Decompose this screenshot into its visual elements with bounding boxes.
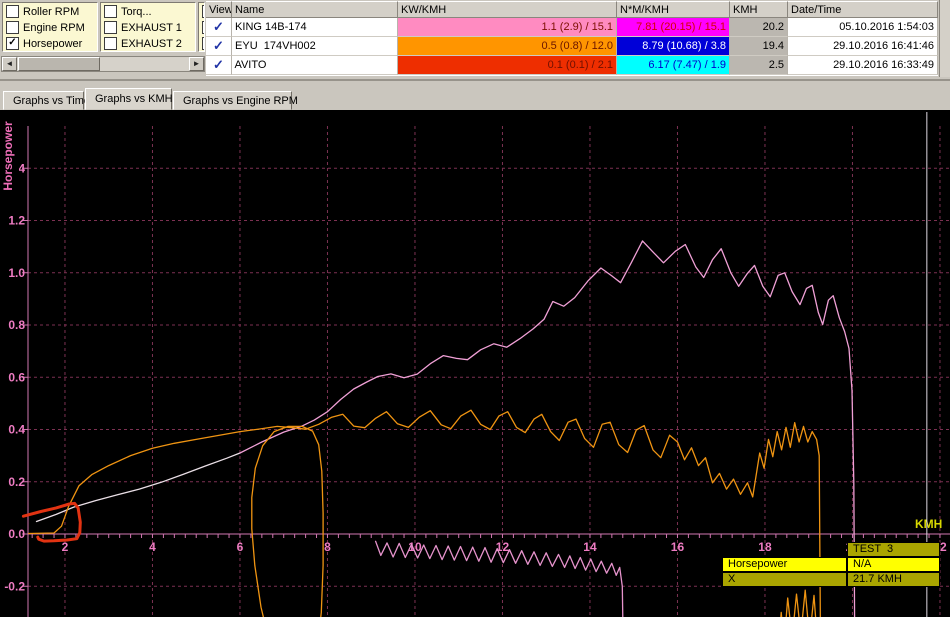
channel-label: Torq... (121, 5, 152, 18)
nm-kmh-value: 7.81 (20.15) / 15.1 (617, 18, 730, 37)
channel-row-exhaust-1: EXHAUST 1 (104, 20, 195, 35)
checkbox[interactable] (202, 37, 204, 50)
view-checkbox[interactable]: ✓ (206, 56, 232, 75)
column-header-kmh[interactable]: KMH (730, 1, 788, 18)
channel-panel-clipped (198, 2, 205, 52)
channel-panel-right: Torq... EXHAUST 1 EXHAUST 2 (100, 2, 196, 52)
tab-graphs-vs-engine-rpm[interactable]: Graphs vs Engine RPM (173, 91, 298, 110)
x-tick-label: 14 (583, 540, 597, 554)
column-header-date-time[interactable]: Date/Time (788, 1, 938, 18)
x-tick-label: 8 (324, 540, 331, 554)
channel-checkbox[interactable] (6, 21, 19, 34)
y-tick-label: 0.0 (8, 527, 25, 541)
tab-graphs-vs-time[interactable]: Graphs vs Time (3, 91, 90, 110)
toolbar-divider (0, 79, 950, 81)
tab-graphs-vs-kmh[interactable]: Graphs vs KMH (85, 88, 173, 110)
channel-checkbox[interactable] (104, 5, 117, 18)
series-eyu-174vh002 (780, 589, 817, 617)
x-axis-title: KMH (915, 517, 942, 531)
kw-kmh-value: 0.5 (0.8) / 12.0 (398, 37, 617, 56)
table-row[interactable]: ✓ EYU 174VH002 0.5 (0.8) / 12.0 8.79 (10.6… (206, 37, 938, 56)
y-tick-label: 0.6 (8, 370, 25, 384)
channel-checkbox[interactable] (6, 5, 19, 18)
kw-kmh-value: 0.1 (0.1) / 2.1 (398, 56, 617, 75)
y-tick-label: 0.4 (8, 423, 25, 437)
runs-table: View Name KW/KMH N*M/KMH KMH Date/Time ✓ KING … (206, 1, 938, 76)
graph-tab-bar: Graphs vs Time Graphs vs KMH Graphs vs Eng… (0, 88, 950, 110)
table-header-row: View Name KW/KMH N*M/KMH KMH Date/Time (206, 1, 938, 18)
scroll-right-button[interactable]: ► (189, 57, 204, 71)
channel-panel-left: Roller RPM Engine RPM ✓ Horsepower (2, 2, 98, 52)
tooltip-value: N/A (847, 557, 940, 572)
series-eyu-174vh002 (251, 425, 324, 617)
tooltip-title: TEST 3 (847, 542, 940, 557)
tooltip-row: Horsepower N/A (722, 557, 940, 572)
view-checkbox[interactable]: ✓ (206, 37, 232, 56)
channel-label: Horsepower (23, 37, 83, 50)
checkbox[interactable] (202, 5, 204, 18)
kmh-value: 20.2 (730, 18, 788, 37)
run-name: EYU 174VH002 (232, 37, 398, 56)
tooltip-label: Horsepower (722, 557, 847, 572)
y-tick-label: -0.2 (4, 579, 25, 593)
channel-checkbox[interactable]: ✓ (6, 37, 19, 50)
run-name: KING 14B-174 (232, 18, 398, 37)
channel-label: Engine RPM (23, 21, 85, 34)
y-tick-label: 1.0 (8, 266, 25, 280)
run-name: AVITO (232, 56, 398, 75)
horsepower-vs-kmh-chart[interactable]: 246810121416182022-0.20.00.20.40.60.81.0… (0, 110, 950, 617)
kmh-value: 2.5 (730, 56, 788, 75)
column-header-name[interactable]: Name (232, 1, 398, 18)
channel-checkbox[interactable] (104, 37, 117, 50)
view-checkbox[interactable]: ✓ (206, 18, 232, 37)
date-time-value: 29.10.2016 16:33:49 (788, 56, 938, 75)
channel-row-torq-: Torq... (104, 4, 195, 19)
x-tick-label: 2 (62, 540, 69, 554)
tooltip-spacer (722, 542, 847, 557)
tooltip-label: X (722, 572, 847, 587)
channel-row-exhaust-2: EXHAUST 2 (104, 36, 195, 51)
tooltip-row: X 21.7 KMH (722, 572, 940, 587)
date-time-value: 05.10.2016 1:54:03 (788, 18, 938, 37)
channel-row-engine-rpm: Engine RPM (6, 20, 97, 35)
scrollbar-thumb[interactable] (18, 57, 100, 71)
channel-label: EXHAUST 1 (121, 21, 182, 34)
kmh-value: 19.4 (730, 37, 788, 56)
table-row[interactable]: ✓ KING 14B-174 1.1 (2.9) / 15.1 7.81 (20.1… (206, 18, 938, 37)
x-tick-label: 16 (671, 540, 685, 554)
column-header-n-m-kmh[interactable]: N*M/KMH (617, 1, 730, 18)
nm-kmh-value: 8.79 (10.68) / 3.8 (617, 37, 730, 56)
y-tick-label: 0.8 (8, 318, 25, 332)
y-tick-label: 0.2 (8, 475, 25, 489)
kw-kmh-value: 1.1 (2.9) / 15.1 (398, 18, 617, 37)
channel-row-roller-rpm: Roller RPM (6, 4, 97, 19)
column-header-view[interactable]: View (206, 1, 232, 18)
table-vertical-scrollbar[interactable] (939, 0, 950, 77)
channel-checkbox[interactable] (104, 21, 117, 34)
cursor-tooltip: TEST 3 Horsepower N/A X 21.7 KMH (722, 542, 940, 587)
tooltip-value: 21.7 KMH (847, 572, 940, 587)
panel-horizontal-scrollbar[interactable]: ◄ ► (1, 56, 205, 72)
nm-kmh-value: 6.17 (7.47) / 1.9 (617, 56, 730, 75)
channel-row-horsepower: ✓ Horsepower (6, 36, 97, 51)
channel-label: EXHAUST 2 (121, 37, 182, 50)
scroll-left-button[interactable]: ◄ (2, 57, 17, 71)
table-row[interactable]: ✓ AVITO 0.1 (0.1) / 2.1 6.17 (7.47) / 1.9 2… (206, 56, 938, 75)
top-toolbar: Roller RPM Engine RPM ✓ Horsepower Torq... E… (0, 0, 950, 88)
date-time-value: 29.10.2016 16:41:46 (788, 37, 938, 56)
y-axis-title: Horsepower (1, 121, 15, 191)
x-tick-label: 4 (149, 540, 156, 554)
checkbox[interactable] (202, 21, 204, 34)
x-tick-label: 6 (237, 540, 244, 554)
channel-label: Roller RPM (23, 5, 80, 18)
y-tick-label: 1.2 (8, 214, 25, 228)
x-tick-label: 12 (496, 540, 510, 554)
column-header-kw-kmh[interactable]: KW/KMH (398, 1, 617, 18)
